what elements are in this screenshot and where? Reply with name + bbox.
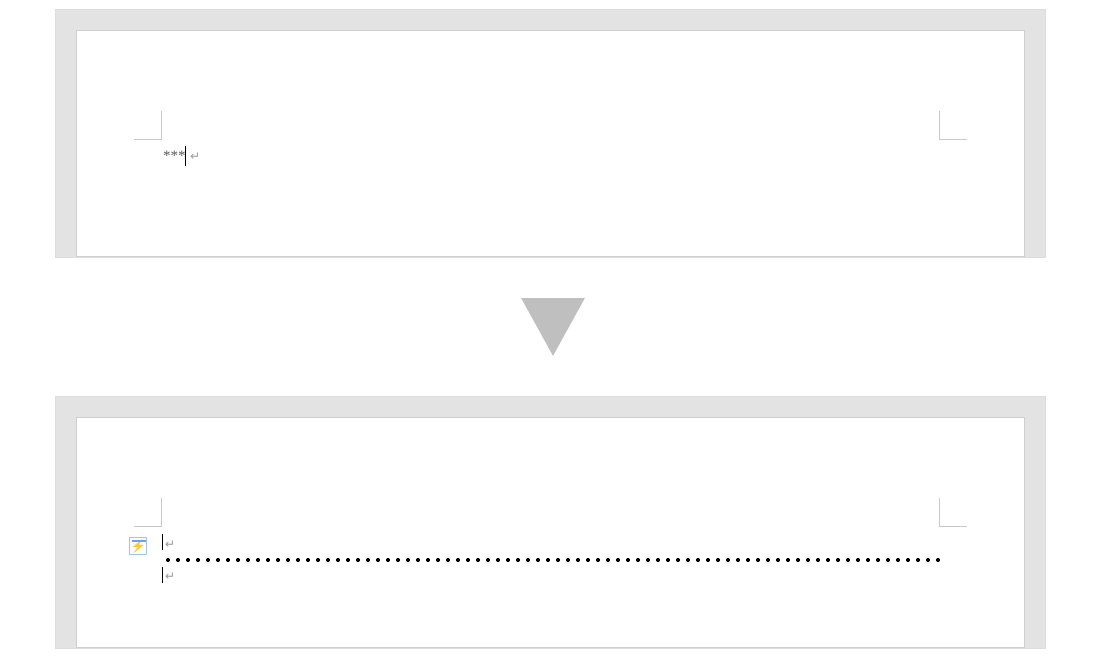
margin-corner-top-left-icon: [134, 498, 162, 527]
before-viewport: *** ↵: [55, 9, 1046, 258]
document-page-before[interactable]: *** ↵: [76, 30, 1025, 257]
arrow-down-icon: [521, 298, 585, 356]
autoformat-trigger-text: ***: [163, 148, 186, 165]
autoformat-dotted-rule: [163, 557, 943, 563]
margin-corner-top-left-icon: [134, 111, 162, 140]
margin-corner-top-right-icon: [939, 498, 967, 527]
document-page-after[interactable]: ⚡ ↵ ↵: [76, 417, 1025, 648]
pilcrow-return-icon: ↵: [190, 150, 200, 162]
text-cursor: [162, 534, 163, 550]
pilcrow-return-icon: ↵: [165, 538, 175, 550]
autocorrect-bar-icon: [132, 540, 146, 542]
autocorrect-options-button[interactable]: ⚡: [129, 537, 147, 555]
margin-corner-top-right-icon: [939, 111, 967, 140]
after-viewport: ⚡ ↵ ↵: [55, 396, 1046, 649]
text-cursor: [162, 567, 163, 583]
pilcrow-return-icon: ↵: [165, 570, 175, 582]
text-cursor: [185, 146, 186, 166]
comparison-figure: *** ↵ ⚡ ↵ ↵: [0, 0, 1103, 662]
